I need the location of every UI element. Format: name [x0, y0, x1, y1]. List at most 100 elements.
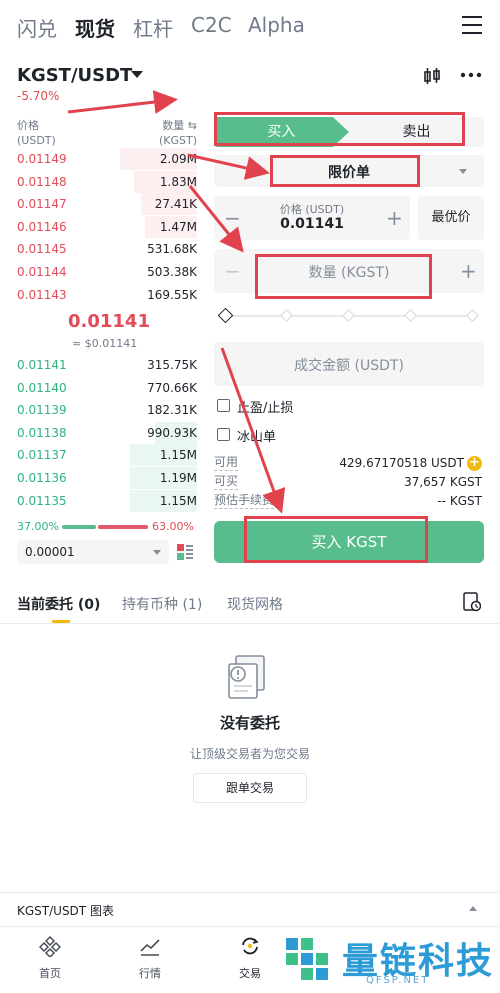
ask-price: 0.01145 [17, 242, 67, 257]
chart-toggle-bar[interactable]: KGST/USDT 图表 [0, 892, 500, 926]
precision-value: 0.00001 [25, 545, 75, 559]
ask-row[interactable]: 0.01149 2.09M [0, 148, 200, 170]
bid-row[interactable]: 0.01140 770.66K [0, 377, 200, 399]
price-input[interactable]: − 价格 (USDT) 0.01141 + [214, 196, 410, 240]
bid-row[interactable]: 0.01139 182.31K [0, 399, 200, 421]
bid-price: 0.01135 [17, 493, 67, 508]
tpsl-label: 止盈/止损 [237, 401, 294, 416]
price-unit-label: (USDT) [17, 134, 56, 147]
best-price-button[interactable]: 最优价 [418, 196, 484, 240]
nav-trade[interactable]: 交易 [220, 935, 280, 981]
add-funds-icon[interactable]: + [467, 456, 482, 471]
price-header-label: 价格 [17, 119, 39, 132]
bid-price: 0.01137 [17, 448, 67, 463]
ask-row[interactable]: 0.01147 27.41K [0, 193, 200, 216]
tab-spot-grid[interactable]: 现货网格 [227, 594, 283, 614]
bid-price: 0.01139 [17, 403, 67, 418]
watermark-subtext: QFSP.NET [366, 975, 430, 986]
tab-spot[interactable]: 现货 [75, 13, 115, 42]
caret-down-icon[interactable] [131, 71, 143, 78]
bid-row[interactable]: 0.01141 315.75K [0, 354, 200, 376]
slider-mark-50[interactable] [342, 309, 355, 322]
annotation-box-buy-sell [214, 112, 465, 146]
slider-mark-25[interactable] [280, 309, 293, 322]
ask-qty: 169.55K [147, 287, 197, 302]
sell-ratio-bar [98, 525, 148, 529]
qty-header-label: 数量 ⇆ [162, 119, 197, 132]
available-label: 可用 [214, 455, 239, 471]
iceberg-label: 冰山单 [237, 430, 277, 445]
order-history-icon[interactable] [463, 592, 481, 612]
ob-qty-header[interactable]: 数量 ⇆ (KGST) [155, 118, 197, 148]
price-change: -5.70% [17, 89, 60, 103]
menu-icon[interactable] [462, 16, 482, 34]
fee-value: -- KGST [437, 494, 482, 508]
ask-row[interactable]: 0.01146 1.47M [0, 215, 200, 238]
ask-price: 0.01143 [17, 287, 67, 302]
ask-qty: 27.41K [154, 197, 197, 212]
more-icon[interactable] [460, 70, 482, 80]
caret-up-icon [469, 906, 477, 911]
arrow-to-buy-tab [67, 90, 178, 114]
precision-select[interactable]: 0.00001 [17, 540, 169, 564]
ask-price: 0.01149 [17, 152, 67, 166]
ask-qty: 1.47M [159, 219, 197, 234]
bid-price: 0.01138 [17, 425, 67, 440]
bid-row[interactable]: 0.01136 1.19M [0, 467, 200, 489]
tab-open-orders[interactable]: 当前委托 (0) [17, 594, 100, 614]
watermark-logo-icon [286, 938, 328, 980]
ask-row[interactable]: 0.01144 503.38K [0, 261, 200, 283]
price-increase-button[interactable]: + [386, 206, 403, 230]
bid-qty: 770.66K [147, 380, 197, 395]
empty-subtitle: 让顶级交易者为您交易 [189, 747, 310, 761]
annotation-box-order-type [270, 155, 420, 187]
ask-price: 0.01144 [17, 265, 67, 279]
tab-alpha[interactable]: Alpha [248, 13, 305, 37]
tpsl-checkbox[interactable] [217, 399, 230, 412]
home-icon [38, 935, 62, 959]
slider-mark-75[interactable] [404, 309, 417, 322]
nav-markets[interactable]: 行情 [120, 935, 180, 981]
orderbook-layout-icon[interactable] [176, 543, 194, 561]
slider-handle[interactable] [217, 307, 234, 324]
qty-increase-button[interactable]: + [460, 259, 477, 283]
total-placeholder: 成交金额 (USDT) [294, 358, 404, 374]
slider-mark-100[interactable] [466, 309, 479, 322]
bid-qty: 315.75K [147, 358, 197, 372]
sell-ratio: 63.00% [152, 520, 194, 533]
tab-flash-swap[interactable]: 闪兑 [17, 13, 57, 42]
trade-icon [242, 937, 259, 955]
bid-qty: 1.15M [159, 448, 197, 463]
ask-qty: 1.83M [159, 174, 197, 189]
nav-home[interactable]: 首页 [20, 935, 80, 981]
bid-price: 0.01136 [17, 471, 67, 485]
bid-price: 0.01140 [17, 380, 67, 395]
empty-orders-icon [228, 655, 265, 699]
tab-margin[interactable]: 杠杆 [133, 13, 173, 42]
iceberg-checkbox[interactable] [217, 428, 230, 441]
bid-qty: 182.31K [147, 403, 197, 418]
bid-row[interactable]: 0.01135 1.15M [0, 489, 200, 512]
empty-title: 没有委托 [219, 714, 280, 732]
bid-row[interactable]: 0.01138 990.93K [0, 421, 200, 444]
total-input[interactable]: 成交金额 (USDT) [214, 342, 484, 386]
ask-row[interactable]: 0.01145 531.68K [0, 238, 200, 260]
price-input-label: 价格 (USDT) [279, 203, 345, 216]
pair-selector[interactable]: KGST/USDT [17, 65, 132, 86]
bid-row[interactable]: 0.01137 1.15M [0, 444, 200, 467]
ob-price-header: 价格 (USDT) [17, 118, 56, 148]
annotation-box-buy-button [244, 516, 428, 563]
caret-down-icon [459, 169, 467, 174]
copy-trading-button[interactable]: 跟单交易 [193, 773, 307, 803]
last-price[interactable]: 0.01141 [68, 311, 150, 332]
tab-holdings[interactable]: 持有币种 (1) [122, 594, 202, 614]
ask-qty: 531.68K [147, 242, 197, 257]
ask-price: 0.01148 [17, 174, 67, 189]
ask-row[interactable]: 0.01148 1.83M [0, 170, 200, 193]
ask-qty: 503.38K [147, 265, 197, 279]
tab-c2c[interactable]: C2C [191, 13, 232, 37]
fee-label: 预估手续费 [214, 493, 275, 509]
nav-markets-label: 行情 [139, 967, 161, 980]
candlestick-icon[interactable] [422, 66, 442, 86]
ask-row[interactable]: 0.01143 169.55K [0, 284, 200, 306]
